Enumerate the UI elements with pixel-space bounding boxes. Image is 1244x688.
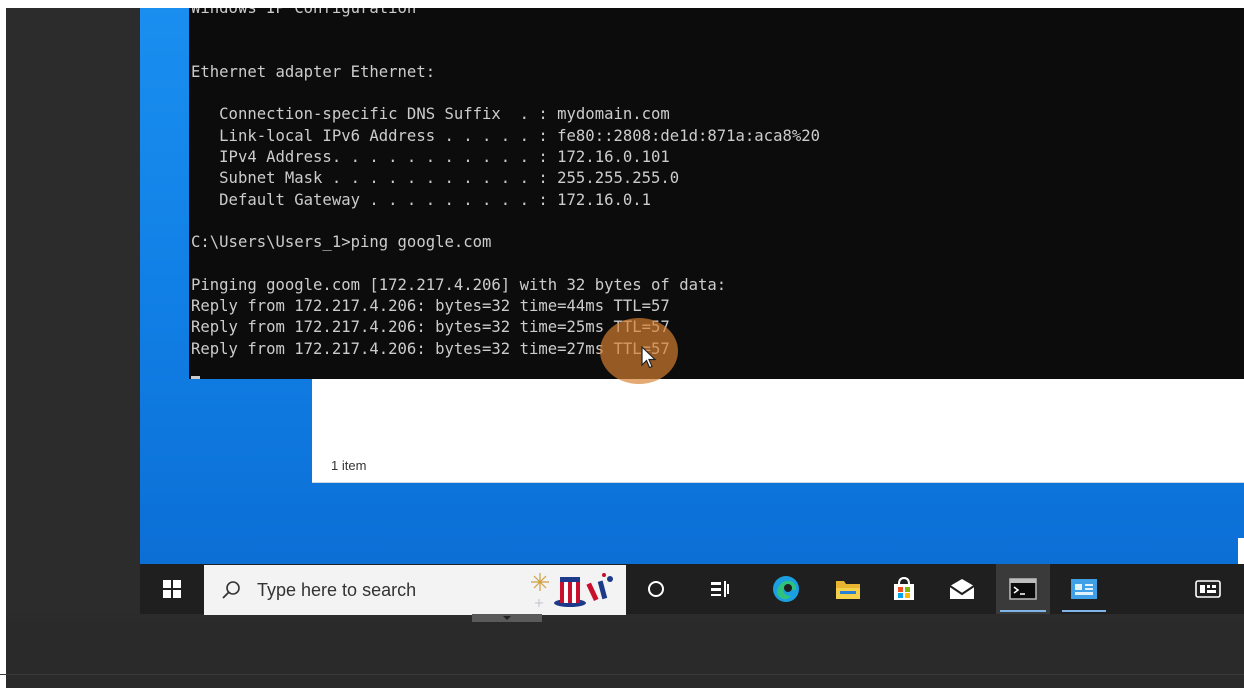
command-prompt-window[interactable]: Windows IP Configuration Ethernet adapte… [189, 8, 1244, 379]
store-icon[interactable] [882, 564, 926, 614]
cmd-line-command: C:\Users\Users_1>ping google.com [191, 233, 492, 252]
cmd-line-adapter: Ethernet adapter Ethernet: [191, 62, 436, 81]
taskbar: Type here to search [140, 564, 1244, 615]
keyboard-icon[interactable] [1186, 564, 1230, 614]
click-highlight [600, 318, 678, 384]
status-bar-item-count: 1 item [331, 458, 367, 473]
cmd-line-pinging: Pinging google.com [172.217.4.206] with … [191, 275, 727, 294]
cmd-line [189, 41, 1244, 62]
file-explorer-icon[interactable] [826, 564, 870, 614]
cmd-line [189, 254, 1244, 275]
desktop-edge [1238, 538, 1244, 564]
cmd-line-reply: Reply from 172.217.4.206: bytes=32 time=… [191, 297, 670, 316]
cmd-line-gateway: Default Gateway . . . . . . . . . : 172.… [191, 190, 652, 209]
cmd-line-title: Windows IP Configuration [191, 8, 417, 17]
panel-collapse-handle[interactable] [472, 614, 542, 622]
top-border [0, 0, 1244, 8]
network-app-icon[interactable] [1058, 564, 1110, 614]
left-panel [6, 8, 140, 614]
task-view-icon[interactable] [702, 564, 738, 614]
windows-start-icon[interactable] [140, 564, 204, 614]
video-player-bottom-panel [6, 622, 1244, 688]
mouse-pointer-icon [641, 346, 657, 369]
cortana-icon[interactable] [638, 564, 674, 614]
network-app-active-indicator [1062, 610, 1106, 612]
cmd-line-dns-suffix: Connection-specific DNS Suffix . : mydom… [191, 105, 670, 124]
cmd-line-ipv6: Link-local IPv6 Address . . . . . : fe80… [191, 126, 821, 145]
bottom-divider [0, 674, 1244, 675]
cmd-line-reply: Reply from 172.217.4.206: bytes=32 time=… [191, 339, 670, 358]
cmd-active-indicator [1000, 610, 1046, 612]
cmd-line [189, 211, 1244, 232]
cmd-cursor-line[interactable] [189, 360, 1244, 379]
search-icon [222, 581, 240, 599]
file-explorer-window[interactable]: 1 item [312, 372, 1244, 483]
cmd-line [189, 83, 1244, 104]
mail-icon[interactable] [940, 564, 984, 614]
search-placeholder: Type here to search [257, 580, 417, 600]
cmd-icon[interactable] [996, 564, 1050, 614]
taskbar-search[interactable]: Type here to search [204, 565, 626, 615]
text-cursor [191, 376, 200, 379]
cmd-line-reply: Reply from 172.217.4.206: bytes=32 time=… [191, 318, 670, 337]
holiday-search-art-icon [531, 573, 613, 607]
cmd-line-ipv4: IPv4 Address. . . . . . . . . . . : 172.… [191, 148, 670, 167]
cmd-line [189, 19, 1244, 40]
edge-icon[interactable] [764, 564, 808, 614]
cmd-line-subnet: Subnet Mask . . . . . . . . . . . : 255.… [191, 169, 680, 188]
